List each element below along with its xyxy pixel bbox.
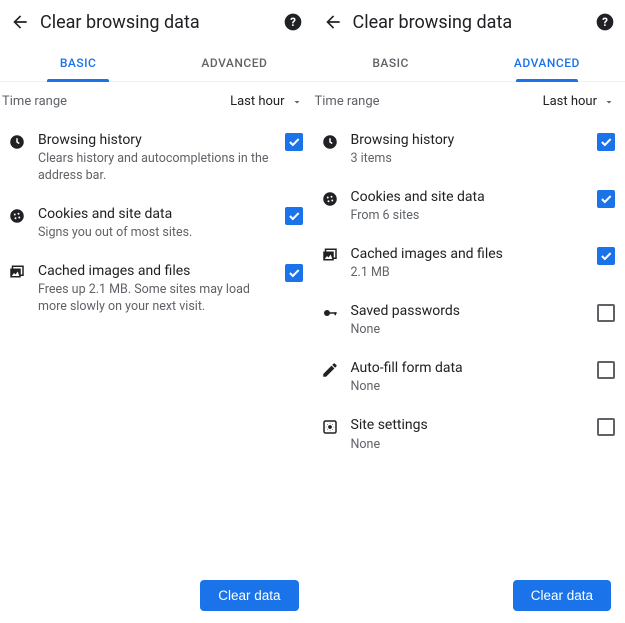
tab-advanced[interactable]: ADVANCED bbox=[469, 44, 625, 81]
list-item: Cached images and files Frees up 2.1 MB. … bbox=[0, 252, 313, 326]
page-title: Clear browsing data bbox=[345, 12, 594, 33]
svg-text:?: ? bbox=[290, 15, 296, 29]
time-range-row: Time rangeLast hour bbox=[313, 82, 625, 121]
list-item: Auto-fill form data None bbox=[313, 349, 625, 406]
list-item: Cached images and files 2.1 MB bbox=[313, 235, 625, 292]
item-title: Cached images and files bbox=[38, 262, 279, 280]
tabs: BASICADVANCED bbox=[0, 44, 313, 82]
footer: Clear data bbox=[513, 580, 611, 611]
checkbox[interactable] bbox=[597, 418, 615, 436]
checkbox[interactable] bbox=[597, 190, 615, 208]
time-range-select[interactable]: Last hour bbox=[230, 94, 302, 109]
cookie-icon bbox=[2, 205, 32, 225]
clock-icon bbox=[315, 131, 345, 151]
footer: Clear data bbox=[200, 580, 298, 611]
cookie-icon bbox=[315, 188, 345, 208]
options-list: Browsing history 3 items Cookies and site … bbox=[313, 121, 625, 623]
tab-basic[interactable]: BASIC bbox=[313, 44, 469, 81]
key-icon bbox=[315, 302, 345, 322]
tab-basic[interactable]: BASIC bbox=[0, 44, 156, 81]
clear-data-button[interactable]: Clear data bbox=[513, 580, 611, 611]
item-text: Site settings None bbox=[345, 416, 598, 453]
item-title: Browsing history bbox=[351, 131, 592, 149]
tabs: BASICADVANCED bbox=[313, 44, 625, 82]
time-range-value: Last hour bbox=[230, 94, 284, 109]
arrow-back-icon[interactable] bbox=[8, 10, 32, 34]
image-icon bbox=[315, 245, 345, 265]
page-title: Clear browsing data bbox=[32, 12, 281, 33]
chevron-down-icon bbox=[291, 96, 303, 108]
arrow-back-icon[interactable] bbox=[321, 10, 345, 34]
item-text: Browsing history 3 items bbox=[345, 131, 598, 168]
item-subtitle: None bbox=[351, 437, 592, 454]
checkbox[interactable] bbox=[285, 264, 303, 282]
tab-advanced[interactable]: ADVANCED bbox=[156, 44, 312, 81]
time-range-label: Time range bbox=[2, 94, 230, 109]
item-title: Site settings bbox=[351, 416, 592, 434]
clear-data-button[interactable]: Clear data bbox=[200, 580, 298, 611]
pencil-icon bbox=[315, 359, 345, 379]
item-subtitle: 3 items bbox=[351, 151, 592, 168]
header: Clear browsing data? bbox=[0, 0, 313, 44]
checkbox[interactable] bbox=[597, 361, 615, 379]
checkbox[interactable] bbox=[285, 207, 303, 225]
time-range-label: Time range bbox=[315, 94, 543, 109]
pane: Clear browsing data?BASICADVANCEDTime ra… bbox=[0, 0, 313, 623]
item-subtitle: Clears history and autocompletions in th… bbox=[38, 151, 279, 185]
list-item: Browsing history Clears history and autoc… bbox=[0, 121, 313, 195]
checkbox[interactable] bbox=[285, 133, 303, 151]
time-range-row: Time rangeLast hour bbox=[0, 82, 313, 121]
item-title: Browsing history bbox=[38, 131, 279, 149]
time-range-select[interactable]: Last hour bbox=[543, 94, 615, 109]
item-subtitle: None bbox=[351, 322, 592, 339]
svg-text:?: ? bbox=[602, 15, 608, 29]
item-subtitle: Frees up 2.1 MB. Some sites may load mor… bbox=[38, 282, 279, 316]
list-item: Saved passwords None bbox=[313, 292, 625, 349]
item-subtitle: Signs you out of most sites. bbox=[38, 225, 279, 242]
help-icon[interactable]: ? bbox=[593, 10, 617, 34]
item-text: Cookies and site data Signs you out of mo… bbox=[32, 205, 285, 242]
list-item: Browsing history 3 items bbox=[313, 121, 625, 178]
item-text: Cached images and files 2.1 MB bbox=[345, 245, 598, 282]
item-title: Cookies and site data bbox=[38, 205, 279, 223]
pane: Clear browsing data?BASICADVANCEDTime ra… bbox=[313, 0, 625, 623]
help-icon[interactable]: ? bbox=[281, 10, 305, 34]
options-list: Browsing history Clears history and autoc… bbox=[0, 121, 313, 623]
item-text: Auto-fill form data None bbox=[345, 359, 598, 396]
item-text: Cookies and site data From 6 sites bbox=[345, 188, 598, 225]
item-title: Cookies and site data bbox=[351, 188, 592, 206]
list-item: Cookies and site data Signs you out of mo… bbox=[0, 195, 313, 252]
time-range-value: Last hour bbox=[543, 94, 597, 109]
clock-icon bbox=[2, 131, 32, 151]
item-text: Cached images and files Frees up 2.1 MB. … bbox=[32, 262, 285, 316]
header: Clear browsing data? bbox=[313, 0, 625, 44]
item-subtitle: None bbox=[351, 379, 592, 396]
item-text: Browsing history Clears history and autoc… bbox=[32, 131, 285, 185]
item-title: Saved passwords bbox=[351, 302, 592, 320]
item-subtitle: 2.1 MB bbox=[351, 265, 592, 282]
image-icon bbox=[2, 262, 32, 282]
list-item: Site settings None bbox=[313, 406, 625, 463]
item-title: Cached images and files bbox=[351, 245, 592, 263]
item-title: Auto-fill form data bbox=[351, 359, 592, 377]
chevron-down-icon bbox=[603, 96, 615, 108]
list-item: Cookies and site data From 6 sites bbox=[313, 178, 625, 235]
checkbox[interactable] bbox=[597, 247, 615, 265]
item-subtitle: From 6 sites bbox=[351, 208, 592, 225]
checkbox[interactable] bbox=[597, 133, 615, 151]
gear-icon bbox=[315, 416, 345, 436]
item-text: Saved passwords None bbox=[345, 302, 598, 339]
checkbox[interactable] bbox=[597, 304, 615, 322]
